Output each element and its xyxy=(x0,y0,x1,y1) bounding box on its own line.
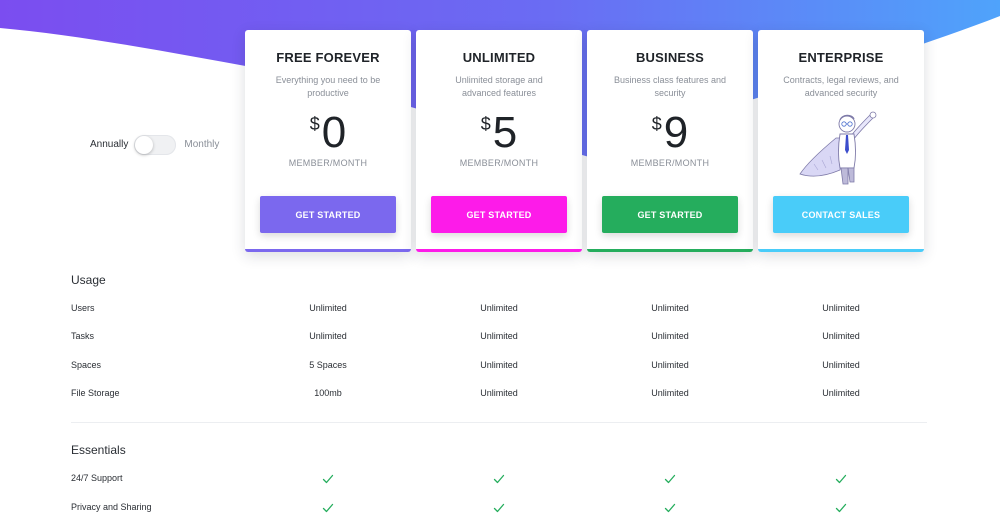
feature-value: Unlimited xyxy=(651,331,689,341)
plan-description: Contracts, legal reviews, and advanced s… xyxy=(783,75,899,98)
feature-label: 24/7 Support xyxy=(71,473,123,483)
plan-accent-bar xyxy=(758,249,924,252)
feature-row-tasks: Tasks Unlimited Unlimited Unlimited Unli… xyxy=(71,327,931,345)
plan-card-unlimited: UNLIMITED Unlimited storage and advanced… xyxy=(416,30,582,252)
plan-name: FREE FOREVER xyxy=(276,50,380,65)
plan-card-business: BUSINESS Business class features and sec… xyxy=(587,30,753,252)
feature-value: Unlimited xyxy=(309,331,347,341)
feature-label: File Storage xyxy=(71,388,120,398)
plan-accent-bar xyxy=(587,249,753,252)
feature-value xyxy=(439,498,559,516)
price-unit: MEMBER/MONTH xyxy=(630,158,710,168)
billing-toggle: Annually Monthly xyxy=(90,134,230,156)
currency-symbol: $ xyxy=(480,114,491,134)
feature-value: Unlimited xyxy=(480,331,518,341)
section-divider xyxy=(71,422,927,423)
feature-value: 100mb xyxy=(314,388,342,398)
feature-label: Users xyxy=(71,303,95,313)
feature-value: Unlimited xyxy=(480,360,518,370)
plan-description: Everything you need to be productive xyxy=(275,75,381,98)
plan-price: $ 5 xyxy=(416,110,582,156)
feature-value: Unlimited xyxy=(480,388,518,398)
feature-row-spaces: Spaces 5 Spaces Unlimited Unlimited Unli… xyxy=(71,356,931,374)
feature-value xyxy=(268,469,388,487)
plan-accent-bar xyxy=(245,249,411,252)
feature-label: Tasks xyxy=(71,331,95,341)
price-amount: 0 xyxy=(321,108,347,157)
check-icon xyxy=(322,474,334,483)
feature-value xyxy=(781,469,901,487)
check-icon xyxy=(835,503,847,512)
feature-value: Unlimited xyxy=(651,360,689,370)
feature-value xyxy=(439,469,559,487)
currency-symbol: $ xyxy=(651,114,662,134)
feature-value: Unlimited xyxy=(480,303,518,313)
feature-value: Unlimited xyxy=(822,331,860,341)
plan-name: ENTERPRISE xyxy=(798,50,884,65)
feature-value: 5 Spaces xyxy=(309,360,347,370)
plan-description: Business class features and security xyxy=(613,75,727,98)
feature-label: Privacy and Sharing xyxy=(71,502,152,512)
feature-row-file-storage: File Storage 100mb Unlimited Unlimited U… xyxy=(71,384,931,402)
plan-card-free-forever: FREE FOREVER Everything you need to be p… xyxy=(245,30,411,252)
feature-row-privacy-and-sharing: Privacy and Sharing xyxy=(71,498,931,516)
feature-value: Unlimited xyxy=(309,303,347,313)
plan-name: BUSINESS xyxy=(635,50,705,65)
plan-description: Unlimited storage and advanced features xyxy=(455,75,543,98)
feature-value: Unlimited xyxy=(651,303,689,313)
price-amount: 5 xyxy=(492,108,518,157)
plan-price: $ 0 xyxy=(245,110,411,156)
price-unit: MEMBER/MONTH xyxy=(459,158,539,168)
switch-knob[interactable] xyxy=(135,136,154,154)
pricing-page: Annually Monthly FREE FOREVER Everything… xyxy=(0,0,1000,526)
billing-period-switch[interactable] xyxy=(134,135,177,155)
get-started-button[interactable]: GET STARTED xyxy=(260,196,396,233)
monthly-label[interactable]: Monthly xyxy=(184,135,219,155)
plan-price: $ 9 xyxy=(587,110,753,156)
superhero-mascot-illustration xyxy=(799,111,877,185)
feature-label: Spaces xyxy=(71,360,102,370)
plan-card-enterprise: ENTERPRISE Contracts, legal reviews, and… xyxy=(758,30,924,252)
price-amount: 9 xyxy=(663,108,689,157)
feature-row-24-7-support: 24/7 Support xyxy=(71,469,931,487)
feature-value xyxy=(268,498,388,516)
check-icon xyxy=(322,503,334,512)
check-icon xyxy=(493,474,505,483)
currency-symbol: $ xyxy=(309,114,320,134)
check-icon xyxy=(835,474,847,483)
plan-name: UNLIMITED xyxy=(462,50,536,65)
annually-label[interactable]: Annually xyxy=(90,135,128,155)
feature-value: Unlimited xyxy=(822,388,860,398)
check-icon xyxy=(664,503,676,512)
feature-value: Unlimited xyxy=(822,303,860,313)
price-unit: MEMBER/MONTH xyxy=(288,158,368,168)
get-started-button[interactable]: GET STARTED xyxy=(602,196,738,233)
plan-accent-bar xyxy=(416,249,582,252)
feature-value xyxy=(610,498,730,516)
get-started-button[interactable]: GET STARTED xyxy=(431,196,567,233)
section-title-usage: Usage xyxy=(71,273,106,287)
section-title-essentials: Essentials xyxy=(71,443,126,457)
feature-value xyxy=(781,498,901,516)
check-icon xyxy=(664,474,676,483)
feature-row-users: Users Unlimited Unlimited Unlimited Unli… xyxy=(71,299,931,317)
check-icon xyxy=(493,503,505,512)
contact-sales-button[interactable]: CONTACT SALES xyxy=(773,196,909,233)
feature-value: Unlimited xyxy=(651,388,689,398)
feature-value: Unlimited xyxy=(822,360,860,370)
feature-value xyxy=(610,469,730,487)
